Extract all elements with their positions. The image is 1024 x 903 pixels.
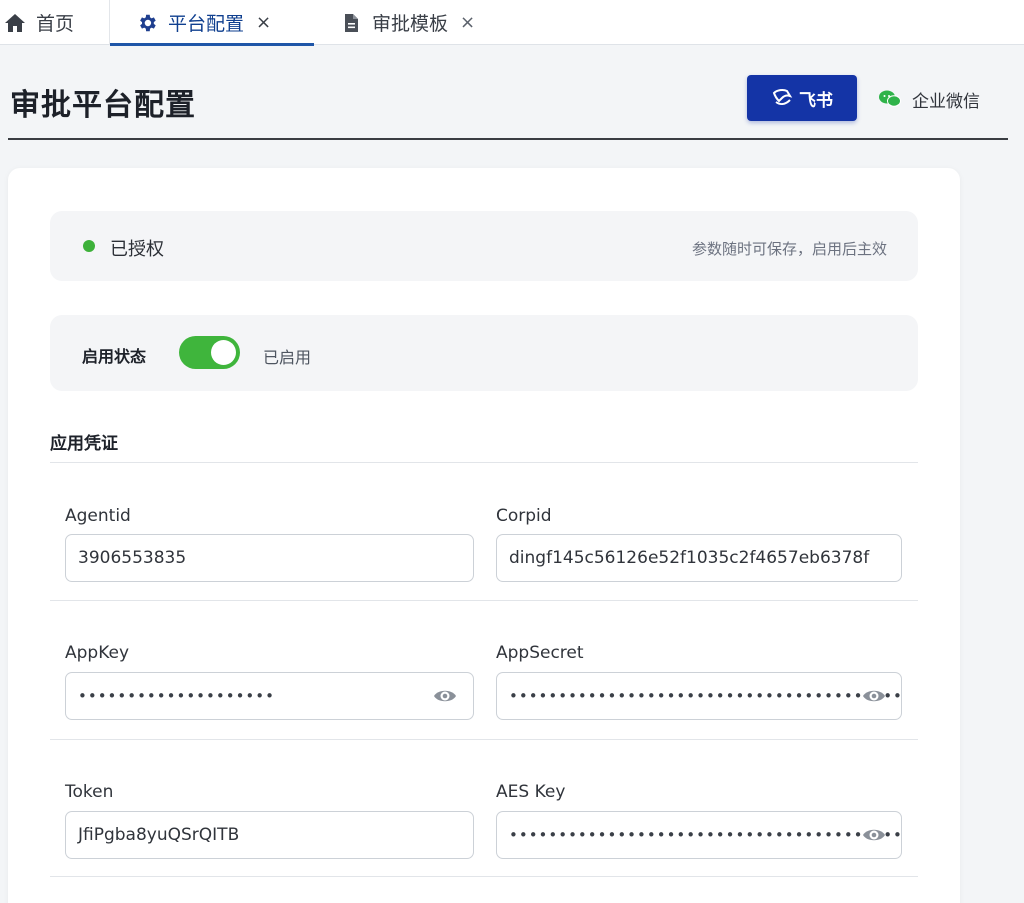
enable-status-label: 启用状态 [82,347,147,366]
tab-platform-config-label: 平台配置 [168,13,245,35]
wechat-icon [878,89,902,109]
tab-home-label: 首页 [36,13,75,35]
feishu-platform-button[interactable]: 飞书 [747,75,857,121]
appsecret-label: AppSecret [496,643,584,663]
page-title: 审批平台配置 [10,88,196,123]
agentid-input[interactable]: 3906553835 [65,534,474,582]
row-divider [50,739,918,740]
wecom-platform-button[interactable]: 企业微信 [878,86,980,112]
enable-status-value: 已启用 [263,348,312,367]
row-divider [50,876,918,877]
eye-icon[interactable] [433,686,457,706]
toggle-knob [211,340,236,365]
feishu-icon [771,87,793,109]
aeskey-input[interactable]: •••••••••••••••••••••••••••••••••••••••• [496,811,902,859]
close-icon[interactable]: × [256,12,271,33]
close-icon[interactable]: × [460,12,475,33]
tab-approval-template-label: 审批模板 [372,13,449,35]
auth-status-dot [83,240,95,252]
wecom-platform-label: 企业微信 [912,91,980,112]
appkey-input[interactable]: •••••••••••••••••••• [65,672,474,720]
eye-icon[interactable] [862,686,886,706]
home-icon [4,12,26,34]
header-divider [8,138,1008,140]
appkey-label: AppKey [65,643,130,663]
tab-home[interactable]: 首页 [4,0,110,45]
section-divider [50,462,918,463]
feishu-platform-label: 飞书 [799,90,833,111]
document-icon [340,12,362,34]
auth-status-text: 已授权 [110,239,164,260]
tab-platform-config[interactable]: 平台配置 × [110,0,314,46]
appsecret-input[interactable]: ••••••••••••••••••••••••••••••••••••••••… [496,672,902,720]
gear-icon [136,12,158,34]
corpid-input[interactable]: dingf145c56126e52f1035c2f4657eb6378f [496,534,902,582]
row-divider [50,600,918,601]
aeskey-label: AES Key [496,782,566,802]
corpid-label: Corpid [496,506,552,526]
tab-bar: 首页 平台配置 × 审批模板 × [0,0,1024,46]
enable-toggle[interactable] [179,336,240,369]
credentials-section-title: 应用凭证 [50,434,118,454]
tab-approval-template[interactable]: 审批模板 × [340,0,500,45]
eye-icon[interactable] [862,825,886,845]
token-label: Token [65,782,114,802]
agentid-label: Agentid [65,506,131,526]
token-input[interactable]: JfiPgba8yuQSrQITB [65,811,474,859]
auth-hint-text: 参数随时可保存，启用后主效 [691,240,887,258]
